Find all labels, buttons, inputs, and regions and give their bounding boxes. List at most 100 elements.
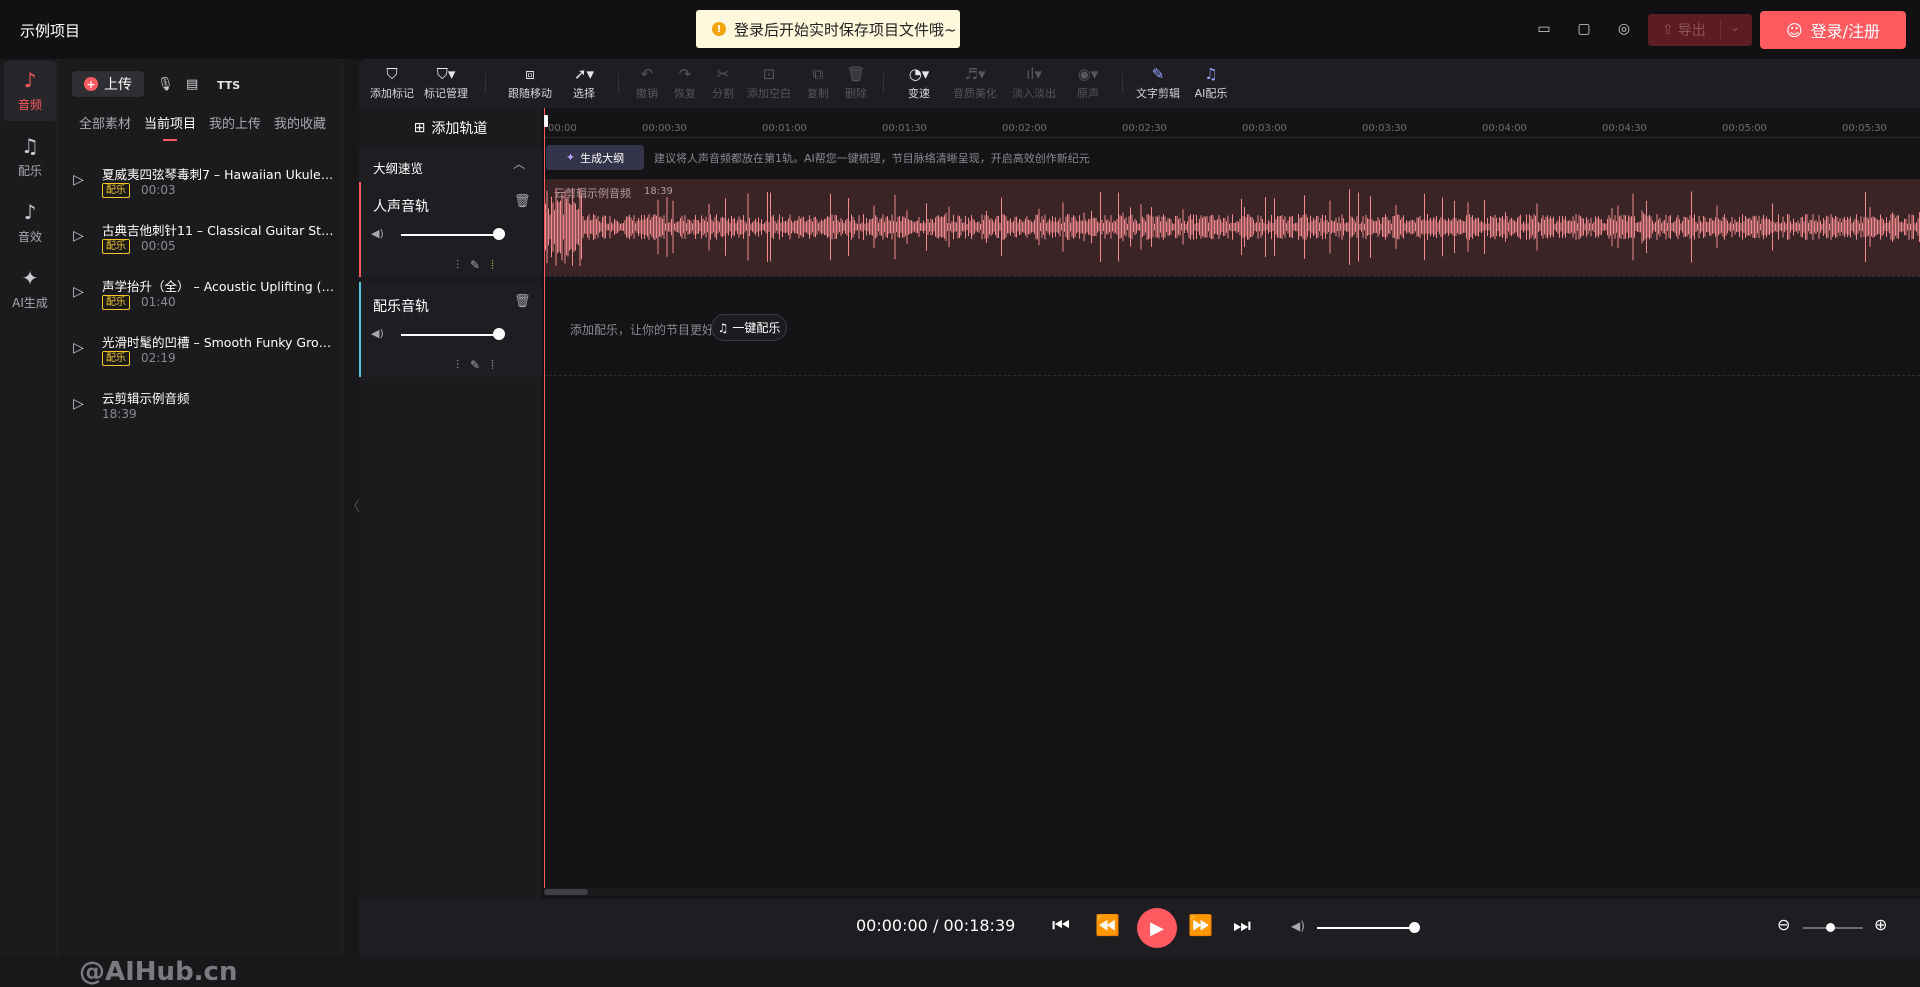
list-item[interactable]: ▷ 光滑时髦的凹槽 – Smooth Funky Groove 配乐 02:19 [59,330,343,382]
tick-label: 00:04:30 [1602,123,1647,134]
volume-icon[interactable]: ◀) [371,227,384,240]
sparkle-icon: ✦ [565,151,576,164]
track-tools: ⫶✎⦙ [456,358,505,373]
item-duration: 00:05 [141,239,176,253]
outline-overview-row[interactable]: 大纲速览 ︿ [359,148,542,182]
horizontal-scrollbar[interactable] [544,888,1920,896]
music-note-icon: ♫ [21,133,39,158]
volume-icon[interactable]: ◀) [371,327,384,340]
equalizer-icon[interactable]: ⫶ [456,358,470,372]
list-item[interactable]: ▷ 夏威夷四弦琴毒刺7 – Hawaiian Ukulele Stinger 7… [59,162,343,214]
play-icon[interactable]: ▷ [73,340,84,356]
marker-manage-button[interactable]: ⛉▾ 标记管理 [420,65,472,103]
speed-button[interactable]: ◔▾ 变速 [893,65,945,103]
document-icon[interactable]: ▤ [186,77,198,92]
play-icon[interactable]: ▷ [73,228,84,244]
ai-music-button[interactable]: ♫ AI配乐 [1185,65,1237,103]
skip-to-start-icon[interactable]: ⏮ [1052,915,1070,935]
tab-my-uploads[interactable]: 我的上传 [209,113,261,132]
zoom-slider-handle[interactable] [1826,923,1835,932]
upload-arrow-icon: ⇧ [1662,22,1674,38]
location-icon[interactable]: ◎ [1614,19,1634,39]
chevron-up-icon[interactable]: ︿ [513,155,525,172]
tab-all-materials[interactable]: 全部素材 [79,113,131,132]
user-icon: ☺ [1785,20,1803,40]
nav-item-sound-effect[interactable]: ♪ 音效 [4,193,56,253]
tab-current-project[interactable]: 当前项目 [144,113,196,132]
list-item[interactable]: ▷ 云剪辑示例音频 18:39 [59,386,343,438]
play-button[interactable]: ▶ [1137,908,1177,948]
split-button[interactable]: ✂ 分割 [697,65,749,103]
text-edit-button[interactable]: ✎ 文字剪辑 [1132,65,1184,103]
equalizer-icon[interactable]: ⫶ [456,258,470,272]
nav-item-ai-generate[interactable]: ✦ AI生成 [4,259,56,319]
microphone-icon[interactable]: 🎙 [157,77,174,92]
playhead-handle[interactable] [544,115,548,127]
audio-clip[interactable]: 云剪辑示例音频 18:39 [544,179,1920,276]
audio-enhance-button[interactable]: ♬▾ 音质美化 [949,65,1001,103]
fade-button[interactable]: ıl▾ 淡入淡出 [1008,65,1060,103]
one-click-music-button[interactable]: ♫ 一键配乐 [711,314,787,341]
add-track-label: 添加轨道 [431,121,488,137]
add-blank-button[interactable]: ⊡ 添加空白 [743,65,795,103]
waveform-icon[interactable]: ⦙ [491,358,505,372]
tts-button[interactable]: TTS [217,79,240,92]
music-track-lane[interactable]: 添加配乐，让你的节目更好听 ♫ 一键配乐 [544,276,1920,376]
nav-item-audio[interactable]: ♪ 音频 [4,61,56,121]
play-icon[interactable]: ▷ [73,172,84,188]
chevron-down-icon[interactable]: ⌄ [1730,20,1740,34]
master-volume-handle[interactable] [1409,922,1420,933]
skip-to-end-icon[interactable]: ⏭ [1233,915,1251,935]
volume-slider[interactable] [401,234,497,236]
tab-my-favorites[interactable]: 我的收藏 [274,113,326,132]
nav-item-music[interactable]: ♫ 配乐 [4,127,56,187]
volume-slider[interactable] [401,334,497,336]
rewind-icon[interactable]: ⏪ [1095,915,1120,935]
timeline[interactable]: 00:00 00:00:30 00:01:00 00:01:30 00:02:0… [544,108,1920,888]
upload-button[interactable]: + 上传 [72,71,144,97]
subtitle-icon[interactable]: ▭ [1534,19,1554,39]
zoom-out-icon[interactable]: ⊖ [1777,915,1790,934]
trash-icon[interactable]: 🗑 [514,194,531,209]
add-track-icon: ⊞ [413,120,426,136]
comment-icon[interactable]: ▢ [1574,19,1594,39]
add-music-tip: 添加配乐，让你的节目更好听 [570,323,727,337]
list-item[interactable]: ▷ 声学抬升（全） – Acoustic Uplifting (Full) 配乐… [59,274,343,326]
music-track-header: 配乐音轨 🗑 ◀) ⫶✎⦙ [359,282,542,377]
trash-icon[interactable]: 🗑 [514,294,531,309]
time-display: 00:00:00 / 00:18:39 [856,916,1015,935]
export-label: 导出 [1677,23,1706,39]
delete-button[interactable]: 🗑 删除 [830,65,882,103]
waveform-icon[interactable]: ⦙ [491,258,505,272]
play-icon[interactable]: ▷ [73,284,84,300]
time-ruler[interactable]: 00:00 00:00:30 00:01:00 00:01:30 00:02:0… [544,108,1920,138]
follow-move-button[interactable]: ⧈ 跟随移动 [504,65,556,103]
microphone-icon[interactable]: ✎ [470,258,491,272]
playhead[interactable] [544,108,545,888]
volume-slider-handle[interactable] [493,328,505,340]
tick-label: 00:05:00 [1722,123,1767,134]
microphone-icon[interactable]: ✎ [470,358,491,372]
fast-forward-icon[interactable]: ⏩ [1188,915,1213,935]
select-button[interactable]: ➚▾ 选择 [558,65,610,103]
project-title[interactable]: 示例项目 [20,20,80,41]
collapse-panel-handle[interactable]: 〈 [346,496,360,516]
list-item[interactable]: ▷ 古典吉他刺针11 – Classical Guitar Stinger 11… [59,218,343,270]
outline-label: 大纲速览 [373,161,424,176]
zoom-in-icon[interactable]: ⊕ [1874,915,1887,934]
login-register-button[interactable]: ☺ 登录/注册 [1760,11,1906,49]
add-marker-button[interactable]: ⛉ 添加标记 [366,65,418,103]
original-voice-button[interactable]: ◉▾ 原声 [1062,65,1114,103]
scrollbar-thumb[interactable] [544,889,588,895]
toolbar-divider [1122,73,1123,93]
master-volume-slider[interactable] [1317,927,1413,929]
clip-duration: 18:39 [644,186,673,197]
volume-slider-handle[interactable] [493,228,505,240]
add-track-button[interactable]: ⊞ 添加轨道 [359,108,542,148]
trash-icon: 🗑 [846,65,866,83]
export-button[interactable]: ⇧ 导出 ⌄ [1648,14,1752,46]
play-icon[interactable]: ▷ [73,396,84,412]
track-color-bar [359,182,361,277]
generate-outline-button[interactable]: ✦ 生成大纲 [546,145,644,170]
volume-icon[interactable]: ◀) [1291,919,1305,933]
